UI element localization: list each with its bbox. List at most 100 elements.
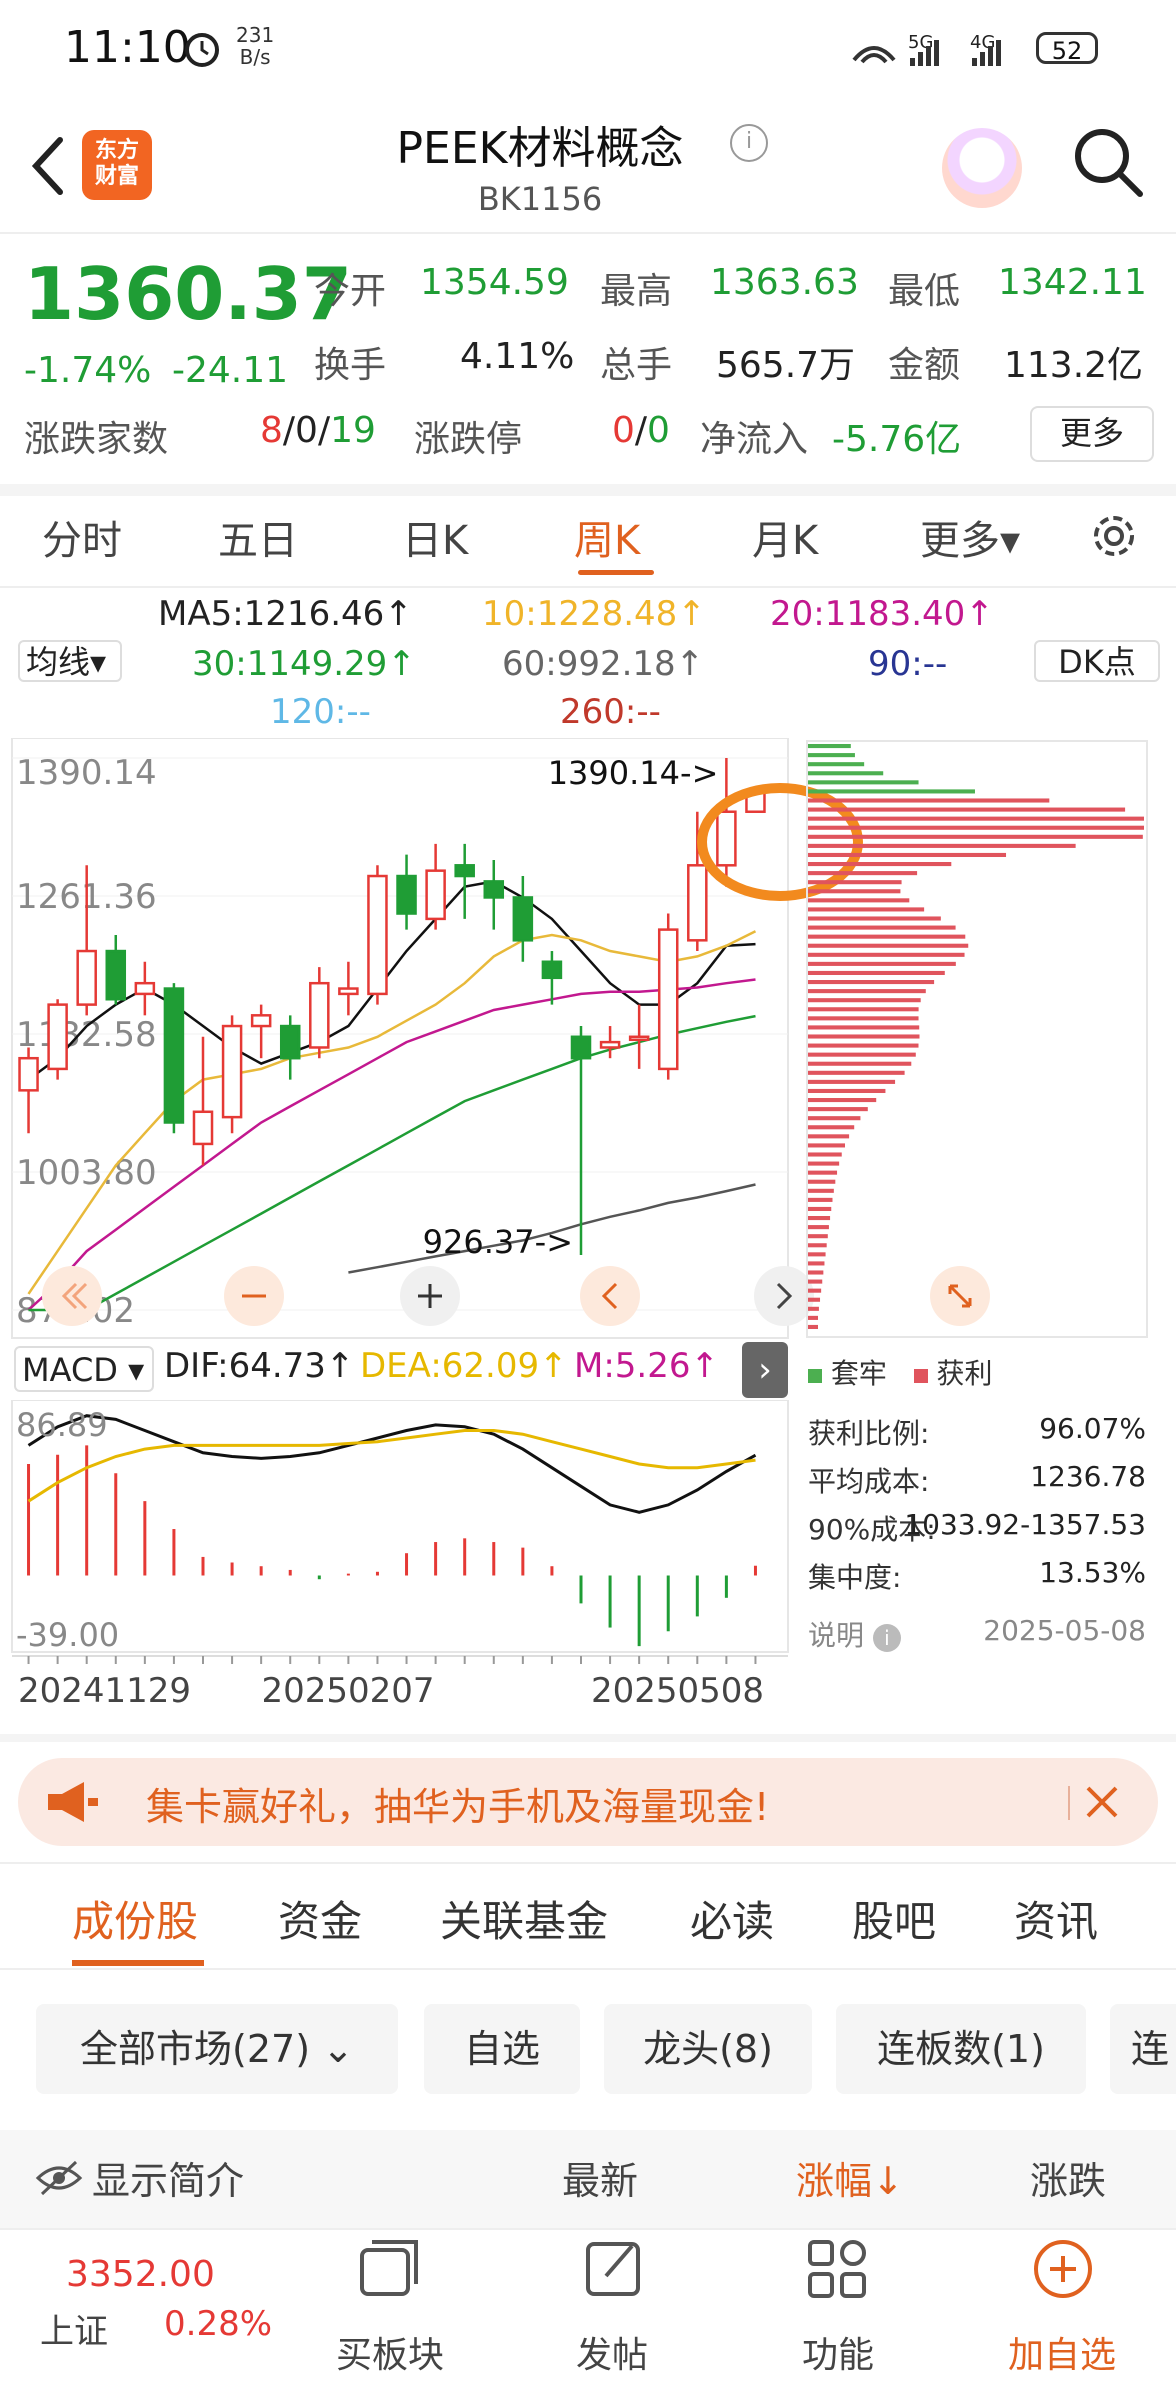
megaphone-icon xyxy=(48,1782,98,1822)
chip-bar xyxy=(808,1079,896,1084)
divider xyxy=(0,586,1176,588)
nav-post[interactable]: 发帖 xyxy=(542,2326,682,2378)
gear-icon[interactable] xyxy=(1084,506,1144,566)
nav-add-watchlist[interactable]: 加自选 xyxy=(992,2326,1132,2378)
robot-avatar-icon[interactable] xyxy=(942,128,1022,208)
buy-board-icon[interactable] xyxy=(352,2236,428,2306)
add-watchlist-icon[interactable] xyxy=(1030,2236,1096,2302)
zoom-in-icon[interactable] xyxy=(398,1264,462,1328)
chip-bar xyxy=(808,1197,833,1202)
tab-monthly-k[interactable]: 月K xyxy=(752,508,818,566)
chip-bar xyxy=(808,1025,920,1030)
banner-text[interactable]: 集卡赢好礼，抽华为手机及海量现金! xyxy=(146,1776,769,1831)
post-icon[interactable] xyxy=(582,2236,646,2302)
tab-related-funds[interactable]: 关联基金 xyxy=(440,1888,608,1949)
tab-more[interactable]: 更多▾ xyxy=(920,508,1020,566)
tab-must-read[interactable]: 必读 xyxy=(690,1888,774,1949)
tab-five-day[interactable]: 五日 xyxy=(218,508,298,566)
net-speed: 231 B/s xyxy=(236,23,275,69)
note-link[interactable]: 说明 i xyxy=(808,1614,901,1654)
zoom-out-icon[interactable] xyxy=(222,1264,286,1328)
sort-change-pct[interactable]: 涨幅↓ xyxy=(796,2150,904,2205)
chip-bar xyxy=(808,1143,846,1148)
candle xyxy=(657,913,679,1080)
signal-icon: 5G 4G xyxy=(852,32,1001,66)
tab-weekly-k[interactable]: 周K xyxy=(574,508,640,566)
y-axis-label: 86.89 xyxy=(16,1406,108,1444)
page-title: PEEK材料概念 xyxy=(396,123,684,174)
profit-ratio-label: 获利比例: xyxy=(808,1417,930,1450)
nav-buy-board[interactable]: 买板块 xyxy=(320,2326,460,2378)
kline-chart[interactable]: 1390.141261.361132.581003.80875.02 1390.… xyxy=(0,738,800,1350)
scroll-left-icon[interactable] xyxy=(40,1264,104,1328)
chip-bar xyxy=(808,1088,886,1094)
back-arrow-icon[interactable] xyxy=(20,126,80,206)
index-percent[interactable]: 0.28% xyxy=(164,2304,272,2344)
sort-change[interactable]: 涨跌 xyxy=(1030,2150,1106,2205)
chip-bar xyxy=(808,1052,916,1057)
filter-limit-up-streak[interactable]: 连板数(1) xyxy=(836,2004,1086,2094)
tab-news[interactable]: 资讯 xyxy=(1014,1888,1098,1949)
close-icon[interactable] xyxy=(1084,1784,1120,1820)
chip-bar xyxy=(808,1134,850,1139)
show-intro-toggle[interactable]: 显示简介 xyxy=(92,2150,244,2205)
index-value[interactable]: 3352.00 xyxy=(66,2254,215,2295)
indicator-select[interactable]: MACD ▾ xyxy=(14,1346,154,1392)
netflow-value: -5.76亿 xyxy=(832,419,962,460)
board-code: BK1156 xyxy=(477,180,603,218)
profit-ratio-value: 96.07% xyxy=(1039,1412,1146,1445)
info-icon: i xyxy=(872,1624,901,1652)
chip-bar xyxy=(808,1216,831,1221)
ma-select[interactable]: 均线▾ xyxy=(18,640,122,682)
filter-more[interactable]: 连 xyxy=(1110,2004,1176,2094)
dea-line xyxy=(27,1429,756,1503)
tab-daily-k[interactable]: 日K xyxy=(402,508,468,566)
brand-logo[interactable]: 东方 财富 xyxy=(82,130,152,200)
chip-bar xyxy=(808,1279,823,1284)
chip-bar xyxy=(808,1315,818,1320)
more-button[interactable]: 更多 xyxy=(1030,406,1154,462)
sort-latest[interactable]: 最新 xyxy=(562,2150,638,2205)
x-axis-label: 20241129 xyxy=(18,1671,191,1711)
eye-off-icon[interactable] xyxy=(34,2158,84,2198)
chip-bar xyxy=(808,780,919,785)
chip-bar xyxy=(808,762,865,767)
ma30-label: 30:1149.29↑ xyxy=(192,644,416,684)
chip-bar xyxy=(808,871,918,876)
info-icon[interactable]: i xyxy=(730,124,768,162)
chip-bar xyxy=(808,1261,825,1266)
tab-intraday[interactable]: 分时 xyxy=(42,508,122,566)
chip-bar xyxy=(808,771,884,776)
search-icon[interactable] xyxy=(1068,122,1148,202)
open-label: 今开 xyxy=(314,271,387,312)
indicator-next-button[interactable]: › xyxy=(742,1342,788,1398)
index-name[interactable]: 上证 xyxy=(40,2304,108,2353)
netflow-label: 净流入 xyxy=(700,419,809,460)
chip-bar xyxy=(808,916,941,921)
filter-all-markets[interactable]: 全部市场(27) ⌄ xyxy=(36,2004,398,2094)
filter-watchlist[interactable]: 自选 xyxy=(424,2004,580,2094)
chip-bar xyxy=(808,880,902,885)
nav-functions[interactable]: 功能 xyxy=(768,2326,908,2378)
chip-bar xyxy=(808,825,1144,830)
concentration-label: 集中度: xyxy=(808,1561,902,1594)
candle xyxy=(599,1026,621,1059)
functions-icon[interactable] xyxy=(804,2236,870,2302)
divider xyxy=(0,1734,1176,1742)
high-marker: 1390.14-> xyxy=(548,754,719,792)
chip-bar xyxy=(808,998,921,1003)
chip-bar xyxy=(808,1243,827,1248)
ma90-label: 90:-- xyxy=(868,644,948,684)
tab-capital[interactable]: 资金 xyxy=(278,1888,362,1949)
dk-point-button[interactable]: DK点 xyxy=(1034,640,1160,682)
tab-constituents[interactable]: 成份股 xyxy=(72,1888,198,1949)
chip-bar xyxy=(808,1170,838,1175)
tab-forum[interactable]: 股吧 xyxy=(852,1888,936,1949)
high-value: 1363.63 xyxy=(710,262,859,303)
candle xyxy=(628,1004,650,1069)
candle xyxy=(396,854,417,930)
step-left-icon[interactable] xyxy=(578,1264,642,1328)
filter-leaders[interactable]: 龙头(8) xyxy=(604,2004,812,2094)
candle xyxy=(221,1015,243,1134)
amount-label: 金额 xyxy=(888,345,961,386)
